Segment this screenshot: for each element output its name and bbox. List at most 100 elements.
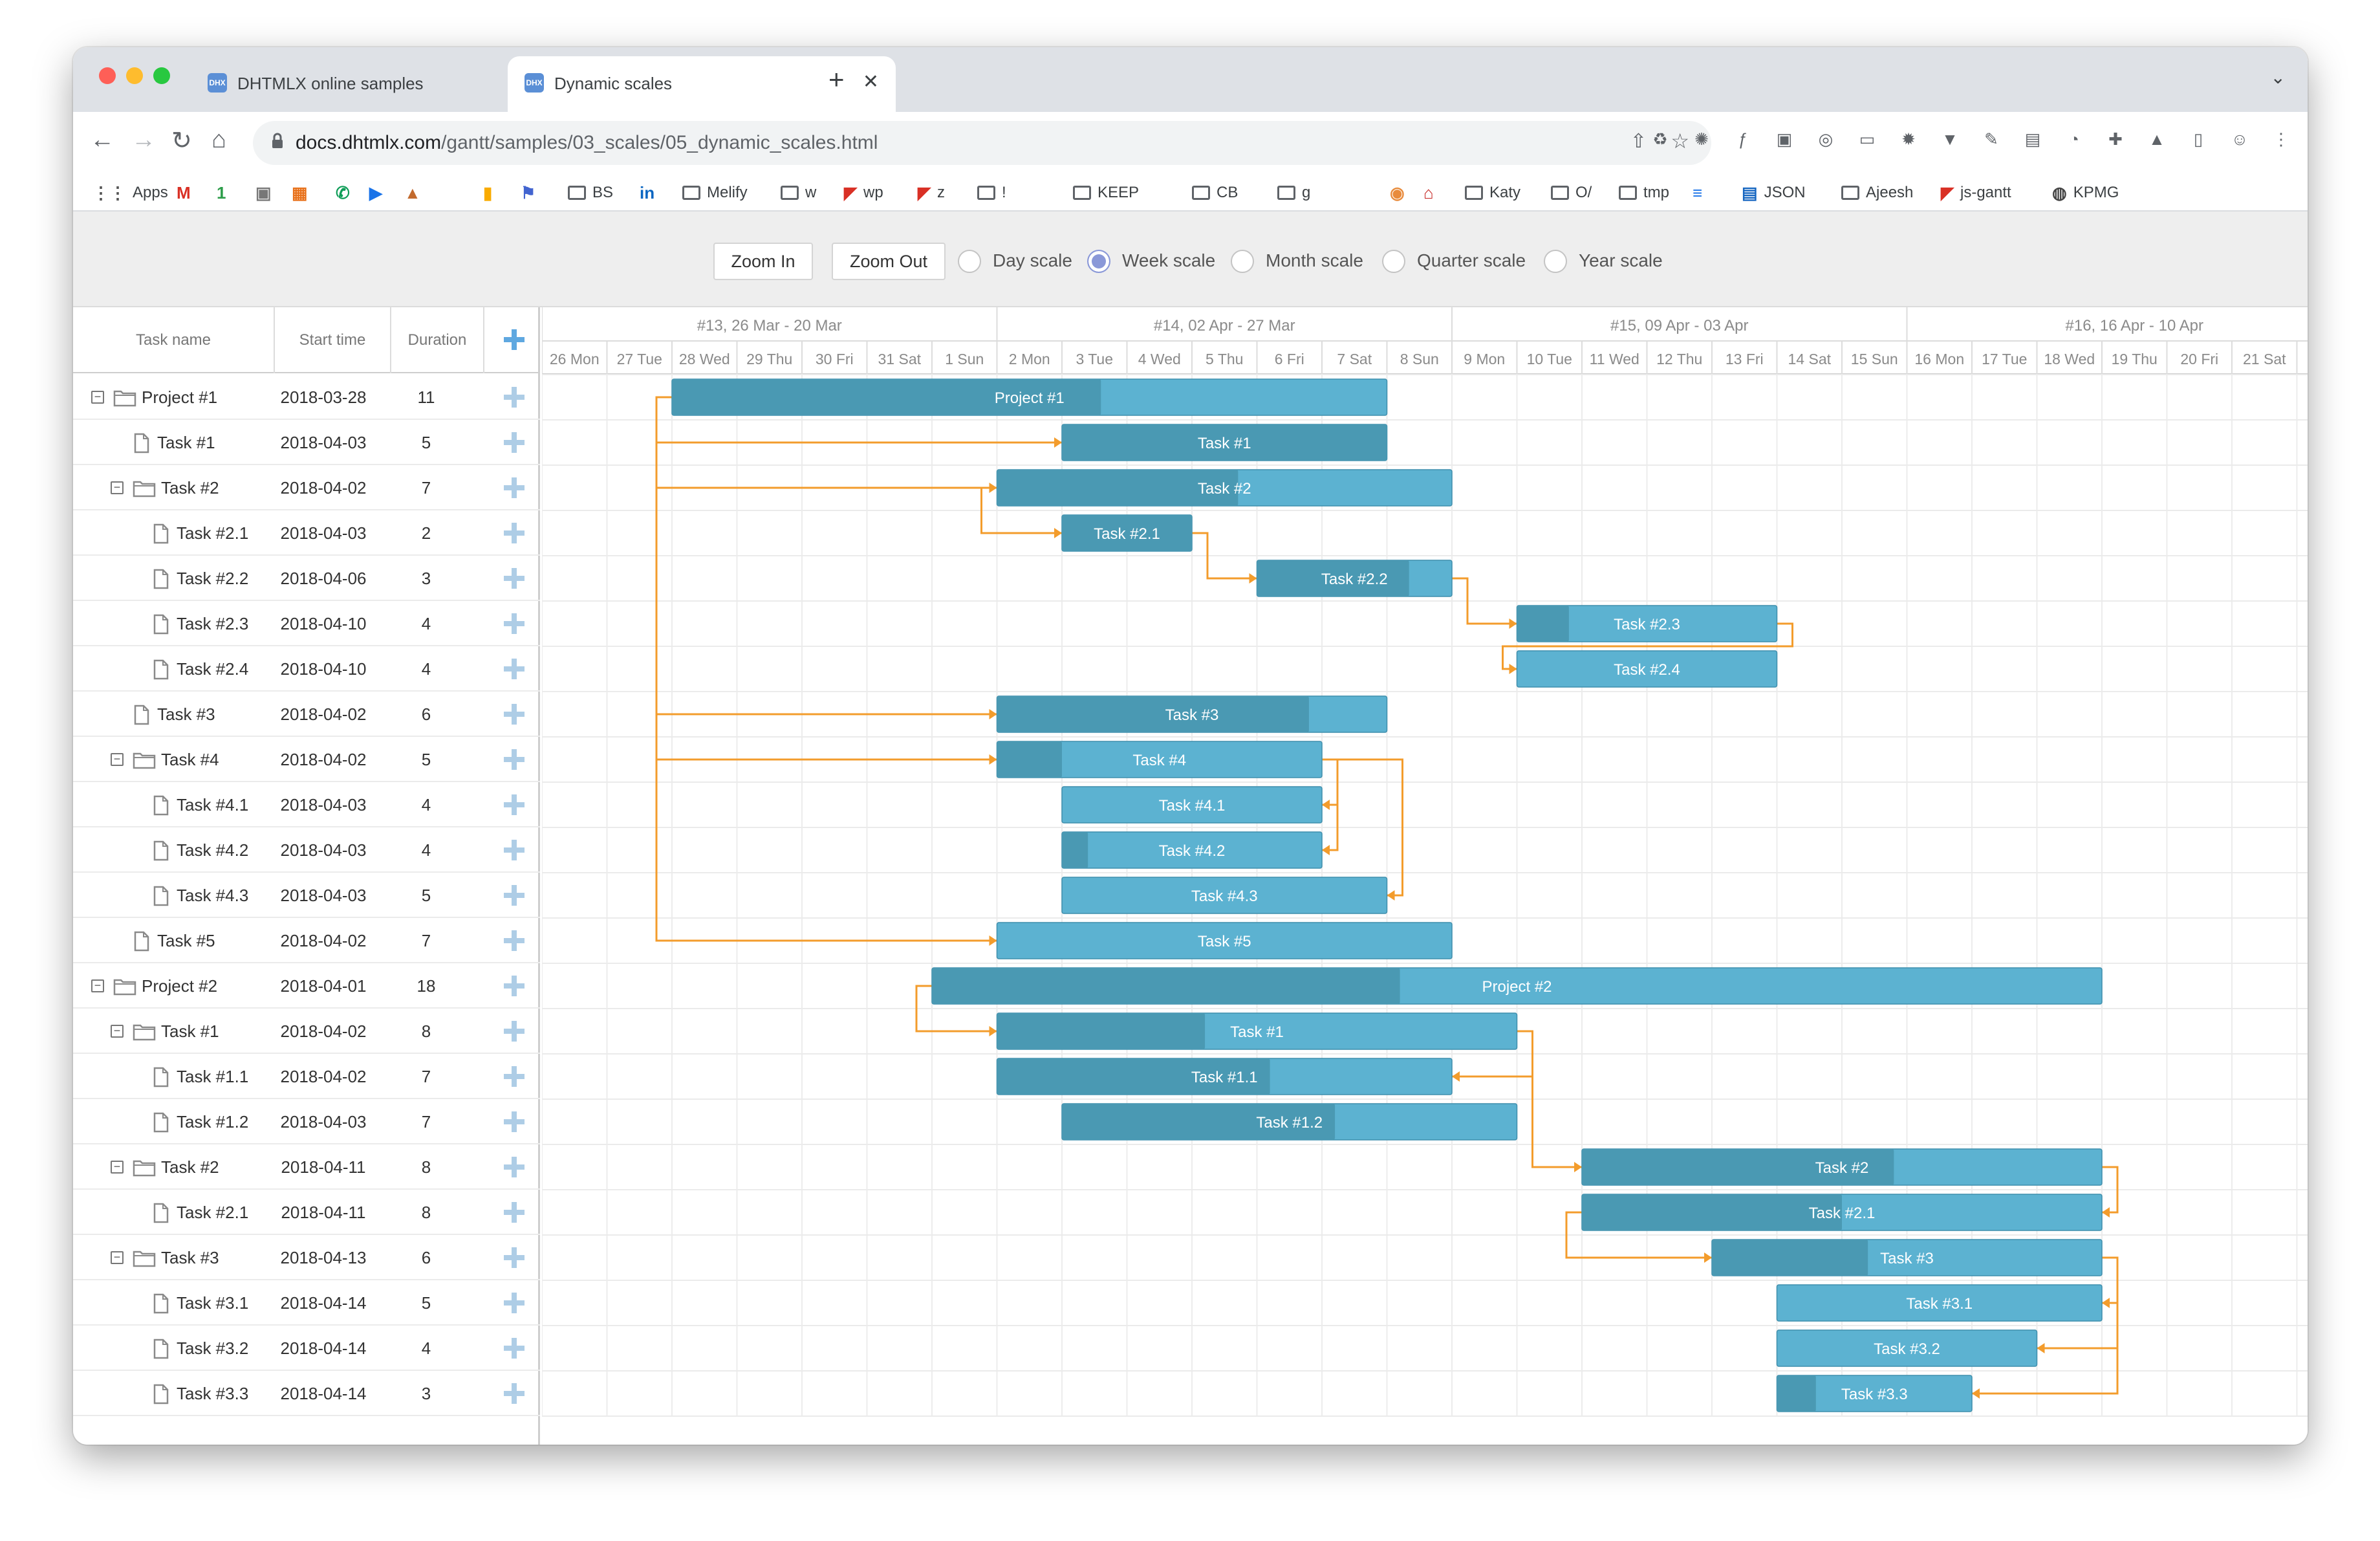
- back-arrow-icon[interactable]: ←: [90, 126, 114, 154]
- bookmark-cb[interactable]: CB: [1192, 182, 1238, 204]
- bookmark-tmp[interactable]: tmp: [1619, 182, 1669, 204]
- day-scale-label[interactable]: Day scale: [993, 250, 1072, 271]
- add-subtask-icon[interactable]: [500, 1289, 528, 1317]
- b-icon[interactable]: ▣: [1773, 127, 1796, 151]
- add-subtask-icon[interactable]: [500, 836, 528, 864]
- bookmark-bars[interactable]: ≡: [1693, 182, 1702, 204]
- add-subtask-icon[interactable]: [500, 926, 528, 955]
- close-window-button[interactable]: [99, 67, 116, 84]
- bookmark-star-icon[interactable]: ☆: [1671, 129, 1689, 153]
- add-subtask-icon[interactable]: [500, 1334, 528, 1362]
- task-row[interactable]: − Task #2 2018-04-02 7: [73, 465, 540, 510]
- new-tab-button[interactable]: +: [828, 64, 845, 95]
- address-bar[interactable]: docs.dhtmlx.com/gantt/samples/03_scales/…: [253, 121, 1711, 165]
- bookmark-katy[interactable]: Katy: [1465, 182, 1520, 204]
- share-icon[interactable]: ⇧: [1630, 130, 1647, 153]
- add-subtask-icon[interactable]: [500, 700, 528, 728]
- keyboard-icon[interactable]: ▤: [2021, 127, 2044, 151]
- bookmark-gmail[interactable]: M: [177, 182, 191, 204]
- profile-icon[interactable]: ☺: [2228, 127, 2251, 151]
- bookmark-hat[interactable]: ▲: [404, 182, 421, 204]
- collapse-toggle-icon[interactable]: −: [111, 1025, 124, 1038]
- menu-dots-icon[interactable]: ⋮: [2269, 127, 2293, 151]
- month-scale-radio[interactable]: [1231, 250, 1254, 273]
- bookmark-phone[interactable]: ✆: [336, 182, 350, 204]
- add-subtask-icon[interactable]: [500, 1379, 528, 1408]
- clock-icon[interactable]: ◔: [2062, 127, 2086, 151]
- minimize-window-button[interactable]: [126, 67, 143, 84]
- bookmark-meet[interactable]: ▶: [369, 182, 382, 204]
- add-subtask-icon[interactable]: [500, 609, 528, 638]
- task-row[interactable]: Task #4.1 2018-04-03 4: [73, 782, 540, 827]
- zoom-out-button[interactable]: Zoom Out: [832, 243, 946, 280]
- bookmark-keep[interactable]: KEEP: [1073, 182, 1139, 204]
- task-row[interactable]: − Project #1 2018-03-28 11: [73, 375, 540, 420]
- add-subtask-icon[interactable]: [500, 745, 528, 774]
- maximize-window-button[interactable]: [153, 67, 170, 84]
- column-header-start-time[interactable]: Start time: [275, 307, 391, 373]
- week-scale-radio[interactable]: [1087, 250, 1110, 273]
- add-subtask-icon[interactable]: [500, 1062, 528, 1091]
- headphones-icon[interactable]: ◎: [1814, 127, 1837, 151]
- month-scale-label[interactable]: Month scale: [1266, 250, 1363, 271]
- task-row[interactable]: − Task #2 2018-04-11 8: [73, 1144, 540, 1190]
- task-row[interactable]: Task #2.4 2018-04-10 4: [73, 646, 540, 692]
- bookmark-w[interactable]: w: [781, 182, 816, 204]
- task-row[interactable]: Task #4.2 2018-04-03 4: [73, 827, 540, 873]
- task-row[interactable]: Task #3.2 2018-04-14 4: [73, 1326, 540, 1371]
- task-row[interactable]: − Task #4 2018-04-02 5: [73, 737, 540, 782]
- bookmark-js-gantt[interactable]: ◤ js-gantt: [1941, 182, 2011, 204]
- bookmark--[interactable]: !: [977, 182, 1006, 204]
- bookmark-melify[interactable]: Melify: [682, 182, 748, 204]
- add-subtask-icon[interactable]: [500, 428, 528, 457]
- bookmark-archive[interactable]: ▣: [255, 182, 272, 204]
- forward-arrow-icon[interactable]: →: [131, 126, 156, 154]
- add-subtask-icon[interactable]: [500, 1198, 528, 1227]
- collapse-toggle-icon[interactable]: −: [111, 481, 124, 494]
- tab-search-chevron-icon[interactable]: ⌄: [2271, 67, 2286, 88]
- highlighter-icon[interactable]: ✎: [1980, 127, 2003, 151]
- collapse-toggle-icon[interactable]: −: [111, 1251, 124, 1264]
- bookmark-json[interactable]: ▤ JSON: [1742, 182, 1806, 204]
- task-row[interactable]: Task #2.3 2018-04-10 4: [73, 601, 540, 646]
- beaker-icon[interactable]: ▲: [2145, 127, 2169, 151]
- quarter-scale-radio[interactable]: [1382, 250, 1405, 273]
- bookmark-g[interactable]: g: [1277, 182, 1310, 204]
- formula-icon[interactable]: ƒ: [1731, 127, 1755, 151]
- collapse-toggle-icon[interactable]: −: [111, 753, 124, 766]
- add-subtask-icon[interactable]: [500, 474, 528, 502]
- task-row[interactable]: − Task #3 2018-04-13 6: [73, 1235, 540, 1280]
- bookmark-wp[interactable]: ◤ wp: [844, 182, 883, 204]
- add-subtask-icon[interactable]: [500, 1153, 528, 1181]
- reload-icon[interactable]: ↻: [171, 126, 192, 155]
- bookmark-home[interactable]: ⌂: [1423, 182, 1434, 204]
- shield-icon[interactable]: ▼: [1938, 127, 1962, 151]
- add-subtask-icon[interactable]: [500, 972, 528, 1000]
- task-row[interactable]: Task #2.1 2018-04-11 8: [73, 1190, 540, 1235]
- task-row[interactable]: Task #3.3 2018-04-14 3: [73, 1371, 540, 1416]
- year-scale-label[interactable]: Year scale: [1579, 250, 1663, 271]
- bookmark-ajeesh[interactable]: Ajeesh: [1841, 182, 1913, 204]
- bookmark-bs[interactable]: BS: [568, 182, 613, 204]
- task-row[interactable]: Task #3 2018-04-02 6: [73, 692, 540, 737]
- bookmark-linkedin[interactable]: in: [640, 182, 654, 204]
- camera-icon[interactable]: ▭: [1855, 127, 1879, 151]
- task-row[interactable]: Task #3.1 2018-04-14 5: [73, 1280, 540, 1326]
- add-subtask-icon[interactable]: [500, 1108, 528, 1136]
- add-subtask-icon[interactable]: [500, 519, 528, 547]
- recycle-icon[interactable]: ♻: [1649, 127, 1672, 151]
- sidepanel-icon[interactable]: ▯: [2187, 127, 2210, 151]
- add-subtask-icon[interactable]: [500, 564, 528, 593]
- bookmark-z[interactable]: ◤ z: [918, 182, 945, 204]
- add-subtask-icon[interactable]: [500, 655, 528, 683]
- bookmark-o-[interactable]: O/: [1551, 182, 1592, 204]
- task-row[interactable]: Task #5 2018-04-02 7: [73, 918, 540, 963]
- quarter-scale-label[interactable]: Quarter scale: [1417, 250, 1526, 271]
- bookmark-kpmg[interactable]: ◍ KPMG: [2052, 182, 2119, 204]
- day-scale-radio[interactable]: [958, 250, 981, 273]
- task-row[interactable]: Task #2.2 2018-04-06 3: [73, 556, 540, 601]
- task-row[interactable]: Task #2.1 2018-04-03 2: [73, 510, 540, 556]
- task-row[interactable]: Task #1.2 2018-04-03 7: [73, 1099, 540, 1144]
- settings-icon[interactable]: ✹: [1897, 127, 1920, 151]
- week-scale-label[interactable]: Week scale: [1122, 250, 1215, 271]
